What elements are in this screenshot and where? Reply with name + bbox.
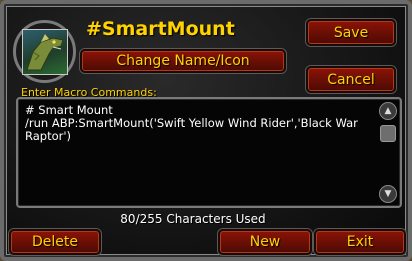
new-button[interactable]: New: [218, 229, 312, 255]
macro-frame: #SmartMount Save Change Name/Icon Cancel…: [0, 0, 412, 261]
macro-name: #SmartMount: [86, 18, 235, 40]
macro-commands-editor[interactable]: # Smart Mount /run ABP:SmartMount('Swift…: [16, 97, 402, 208]
macro-icon-slot[interactable]: [13, 20, 76, 83]
raptor-mount-icon: [21, 28, 68, 75]
save-button[interactable]: Save: [306, 19, 396, 46]
scroll-thumb[interactable]: [380, 125, 396, 142]
characters-used-counter: 80/255 Characters Used: [120, 212, 266, 226]
delete-button[interactable]: Delete: [9, 229, 101, 255]
macro-commands-text[interactable]: # Smart Mount /run ABP:SmartMount('Swift…: [25, 104, 375, 143]
scroll-down-icon[interactable]: ▼: [379, 185, 397, 203]
exit-button[interactable]: Exit: [314, 229, 406, 255]
editor-scrollbar[interactable]: ▲ ▼: [379, 102, 397, 203]
change-name-icon-button[interactable]: Change Name/Icon: [80, 49, 286, 73]
cancel-button[interactable]: Cancel: [306, 66, 396, 93]
scroll-up-icon[interactable]: ▲: [379, 102, 397, 120]
